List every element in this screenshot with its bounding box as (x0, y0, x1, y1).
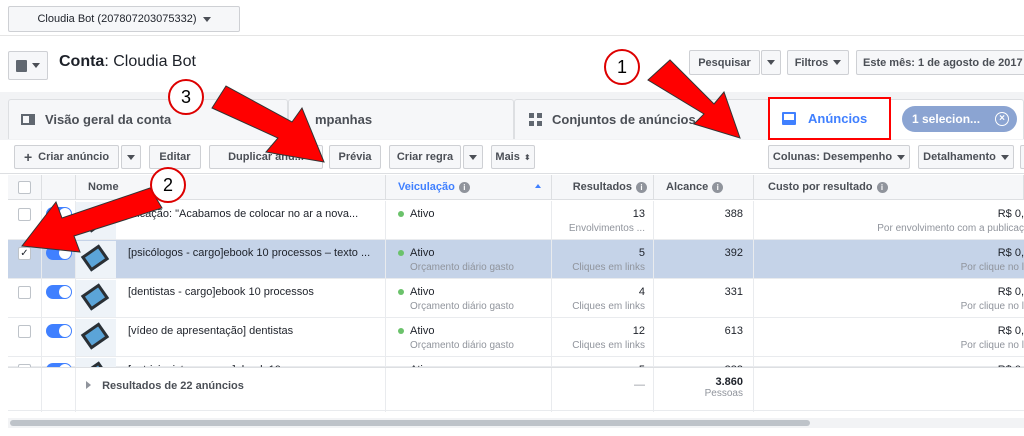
arrow-1 (647, 59, 741, 139)
arrow-3 (211, 85, 325, 163)
annotation-1: 1 (604, 49, 640, 85)
arrow-2 (21, 187, 163, 253)
annotation-2: 2 (150, 167, 186, 203)
annotation-3: 3 (168, 79, 204, 115)
annotation-arrows (21, 59, 741, 253)
